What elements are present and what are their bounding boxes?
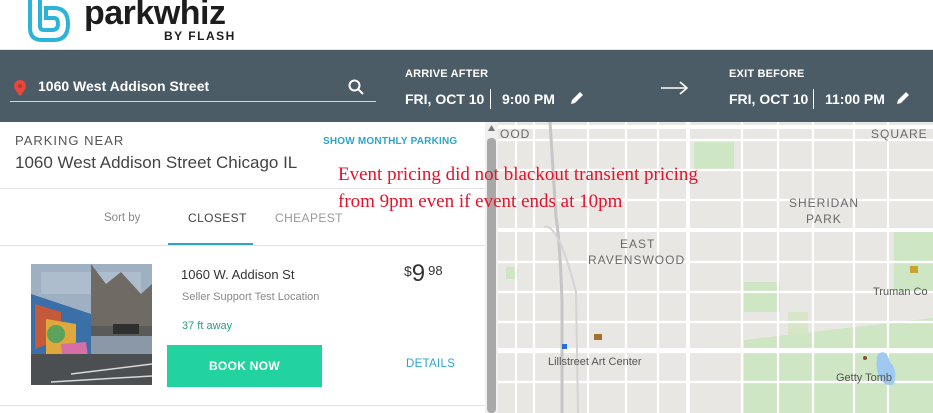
divider [0,405,485,406]
annotation-text: Event pricing did not blackout transient… [338,161,818,215]
edit-exit-pencil-icon[interactable] [895,90,911,106]
edit-arrive-pencil-icon[interactable] [569,90,585,106]
location-underline [10,101,376,102]
book-now-button[interactable]: BOOK NOW [167,345,322,387]
listing-distance: 37 ft away [182,320,233,332]
divider [0,245,485,246]
map-label-lillstreet: Lillstreet Art Center [548,356,642,368]
exit-divider [813,89,814,109]
listing-name[interactable]: 1060 W. Addison St [181,267,294,282]
location-pin-icon [14,80,26,96]
exit-time[interactable]: 11:00 PM [825,91,885,107]
search-address: 1060 West Addison Street Chicago IL [15,153,298,172]
arrive-date[interactable]: FRI, OCT 10 [405,91,484,107]
arrive-after-label: ARRIVE AFTER [405,68,489,80]
map-label-ood: OOD [500,127,531,141]
map-label-east: EAST [620,237,656,251]
sort-by-label: Sort by [104,212,141,224]
price-dollars: 9 [411,260,426,287]
exit-date[interactable]: FRI, OCT 10 [729,91,808,107]
arrow-right-icon [661,81,689,95]
exit-before-label: EXIT BEFORE [729,68,805,80]
logo-mark-icon[interactable] [22,0,74,44]
map-label-getty-tomb: Getty Tomb [836,372,893,384]
map-label-truman: Truman Co [873,286,928,298]
brand-header: parkwhiz BY FLASH [0,0,933,50]
listing-subtitle: Seller Support Test Location [182,291,320,303]
details-link[interactable]: DETAILS [406,358,455,370]
tab-closest[interactable]: CLOSEST [188,211,247,225]
show-monthly-parking-link[interactable]: SHOW MONTHLY PARKING [323,136,457,147]
map-label-ravenswood: RAVENSWOOD [588,253,686,267]
price-cents: 98 [428,263,443,278]
brand-subtitle: BY FLASH [164,29,236,43]
listing-price: $9 98 [404,260,443,288]
annotation-line-2: from 9pm even if event ends at 10pm [338,191,623,212]
annotation-line-1: Event pricing did not blackout transient… [338,164,698,185]
map-label-square: SQUARE [871,127,928,141]
parking-near-title: PARKING NEAR [15,133,125,148]
listing-photo[interactable] [31,264,152,385]
price-currency: $ [404,263,412,279]
scroll-up-arrow-icon[interactable] [488,125,495,131]
arrive-divider [490,89,491,109]
location-input[interactable] [38,78,338,94]
search-bar: ARRIVE AFTER FRI, OCT 10 9:00 PM EXIT BE… [0,50,933,122]
arrive-time[interactable]: 9:00 PM [502,91,555,107]
tab-cheapest[interactable]: CHEAPEST [275,211,343,225]
search-icon[interactable] [348,79,364,95]
